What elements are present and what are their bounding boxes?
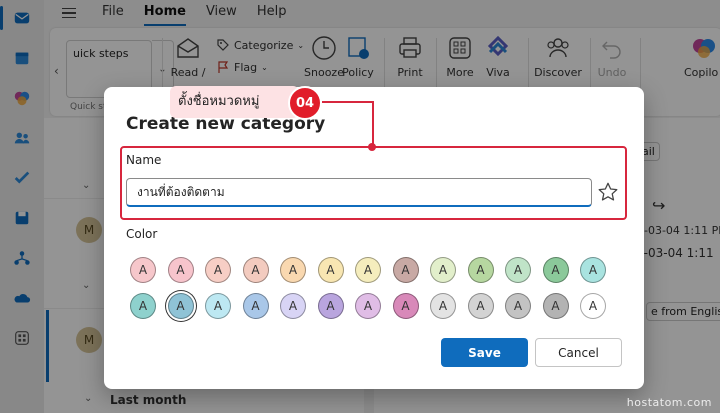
color-swatch[interactable]: A <box>280 257 306 283</box>
color-swatch[interactable]: A <box>505 257 531 283</box>
color-swatch[interactable]: A <box>130 257 156 283</box>
color-swatch[interactable]: A <box>392 257 419 283</box>
cancel-button[interactable]: Cancel <box>535 338 622 367</box>
color-swatch[interactable]: A <box>430 293 456 319</box>
save-button[interactable]: Save <box>441 338 528 367</box>
color-swatch[interactable]: A <box>392 293 419 319</box>
color-swatch[interactable]: A <box>130 293 156 319</box>
annotation-dot <box>368 143 376 151</box>
color-swatch[interactable]: A <box>205 257 231 283</box>
annotation-connector <box>372 101 374 147</box>
color-swatch[interactable]: A <box>167 293 194 319</box>
color-swatch[interactable]: A <box>580 293 606 319</box>
color-swatch[interactable]: A <box>430 257 456 283</box>
color-swatch[interactable]: A <box>580 257 606 283</box>
color-swatch[interactable]: A <box>205 293 231 319</box>
annotation-highlight-box <box>120 146 627 220</box>
annotation-step-number: 04 <box>288 86 322 120</box>
color-swatch[interactable]: A <box>467 293 494 319</box>
color-swatch[interactable]: A <box>505 293 531 319</box>
color-swatch[interactable]: A <box>242 257 269 283</box>
color-swatch[interactable]: A <box>467 257 494 283</box>
color-swatch[interactable]: A <box>355 257 381 283</box>
color-swatch[interactable]: A <box>167 257 194 283</box>
color-swatch[interactable]: A <box>355 293 381 319</box>
watermark: hostatom.com <box>626 396 712 409</box>
color-swatch[interactable]: A <box>542 257 569 283</box>
color-swatch[interactable]: A <box>242 293 269 319</box>
color-swatch[interactable]: A <box>317 293 344 319</box>
color-swatch[interactable]: A <box>542 293 569 319</box>
annotation-callout: ตั้งชื่อหมวดหมู่ <box>170 86 300 118</box>
create-category-dialog: Create new category Name Color AAAAAAAAA… <box>104 87 644 389</box>
color-label: Color <box>126 227 158 241</box>
color-swatch[interactable]: A <box>317 257 344 283</box>
color-swatch[interactable]: A <box>280 293 306 319</box>
annotation-connector <box>322 101 374 103</box>
